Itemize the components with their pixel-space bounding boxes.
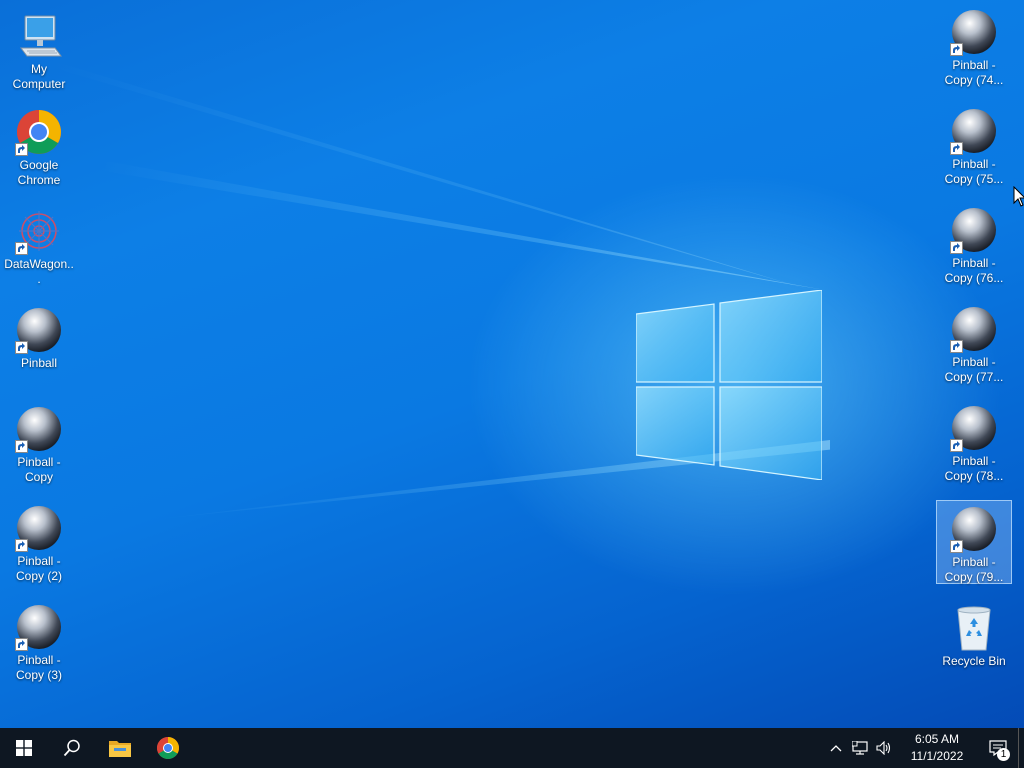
icon-label: Pinball - Copy (3) (15, 653, 62, 682)
notification-count-badge: 1 (997, 748, 1010, 761)
chrome-icon (157, 737, 179, 759)
desktop-icon-pinball-copy-75[interactable]: Pinball - Copy (75... (936, 103, 1012, 193)
icon-label: Pinball - Copy (74... (944, 58, 1004, 87)
desktop-icon-pinball-copy-79[interactable]: Pinball - Copy (79... (936, 500, 1012, 584)
chrome-taskbar-button[interactable] (144, 728, 192, 768)
shortcut-arrow-icon (950, 340, 963, 353)
icon-label: Pinball - Copy (17, 455, 61, 484)
icon-label: Pinball (20, 356, 58, 370)
shortcut-arrow-icon (15, 638, 28, 651)
desktop-icon-pinball-copy-74[interactable]: Pinball - Copy (74... (936, 4, 1012, 94)
windows-wallpaper-logo (636, 290, 822, 480)
desktop-icon-google-chrome[interactable]: Google Chrome (1, 104, 77, 194)
clock-time: 6:05 AM (914, 732, 960, 746)
action-center-button[interactable]: 1 (978, 728, 1018, 768)
desktop-icon-pinball-copy-2[interactable]: Pinball - Copy (2) (1, 500, 77, 590)
recycle-bin-icon (957, 606, 991, 651)
clock-date: 11/1/2022 (910, 749, 964, 763)
show-desktop-button[interactable] (1018, 728, 1024, 768)
shortcut-arrow-icon (950, 540, 963, 553)
computer-icon (20, 15, 62, 57)
icon-label: DataWagon... (4, 257, 74, 286)
light-beam (100, 160, 825, 290)
icon-label: Google Chrome (17, 158, 61, 187)
shortcut-arrow-icon (950, 439, 963, 452)
icon-label: Recycle Bin (942, 654, 1006, 668)
network-icon (852, 741, 868, 755)
start-button[interactable] (0, 728, 48, 768)
desktop-icon-my-computer[interactable]: My Computer (1, 8, 77, 98)
shortcut-arrow-icon (950, 43, 963, 56)
desktop-icon-datawagon[interactable]: DataWagon... (1, 203, 77, 293)
desktop-icon-pinball-copy-76[interactable]: Pinball - Copy (76... (936, 202, 1012, 292)
desktop-icon-pinball-copy-3[interactable]: Pinball - Copy (3) (1, 599, 77, 689)
desktop-icon-pinball-copy-77[interactable]: Pinball - Copy (77... (936, 301, 1012, 391)
desktop-icon-pinball-copy-78[interactable]: Pinball - Copy (78... (936, 400, 1012, 490)
taskbar: 6:05 AM 11/1/2022 1 (0, 728, 1024, 768)
icon-label: Pinball - Copy (76... (944, 256, 1004, 285)
volume-button[interactable] (872, 728, 896, 768)
desktop-icon-recycle-bin[interactable]: Recycle Bin (936, 600, 1012, 690)
icon-label: Pinball - Copy (79... (944, 555, 1004, 584)
shortcut-arrow-icon (950, 241, 963, 254)
desktop-icon-pinball-copy[interactable]: Pinball - Copy (1, 401, 77, 491)
clock[interactable]: 6:05 AM 11/1/2022 (902, 731, 972, 765)
system-tray: 6:05 AM 11/1/2022 1 (824, 728, 1024, 768)
chevron-up-icon (830, 745, 842, 752)
desktop-icon-pinball[interactable]: Pinball (1, 302, 77, 392)
icon-label: Pinball - Copy (2) (15, 554, 62, 583)
shortcut-arrow-icon (950, 142, 963, 155)
file-explorer-icon (109, 741, 131, 757)
shortcut-arrow-icon (15, 440, 28, 453)
search-button[interactable] (48, 728, 96, 768)
show-hidden-icons-button[interactable] (824, 728, 848, 768)
shortcut-arrow-icon (15, 242, 28, 255)
icon-label: My Computer (12, 62, 66, 91)
file-explorer-button[interactable] (96, 728, 144, 768)
search-icon (63, 739, 80, 757)
light-beam (50, 60, 810, 290)
mouse-cursor-icon (1013, 186, 1024, 207)
shortcut-arrow-icon (15, 539, 28, 552)
volume-icon (876, 741, 891, 755)
icon-label: Pinball - Copy (75... (944, 157, 1004, 186)
icon-label: Pinball - Copy (78... (944, 454, 1004, 483)
icon-label: Pinball - Copy (77... (944, 355, 1004, 384)
shortcut-arrow-icon (15, 143, 28, 156)
start-icon (16, 740, 32, 756)
network-button[interactable] (848, 728, 872, 768)
shortcut-arrow-icon (15, 341, 28, 354)
